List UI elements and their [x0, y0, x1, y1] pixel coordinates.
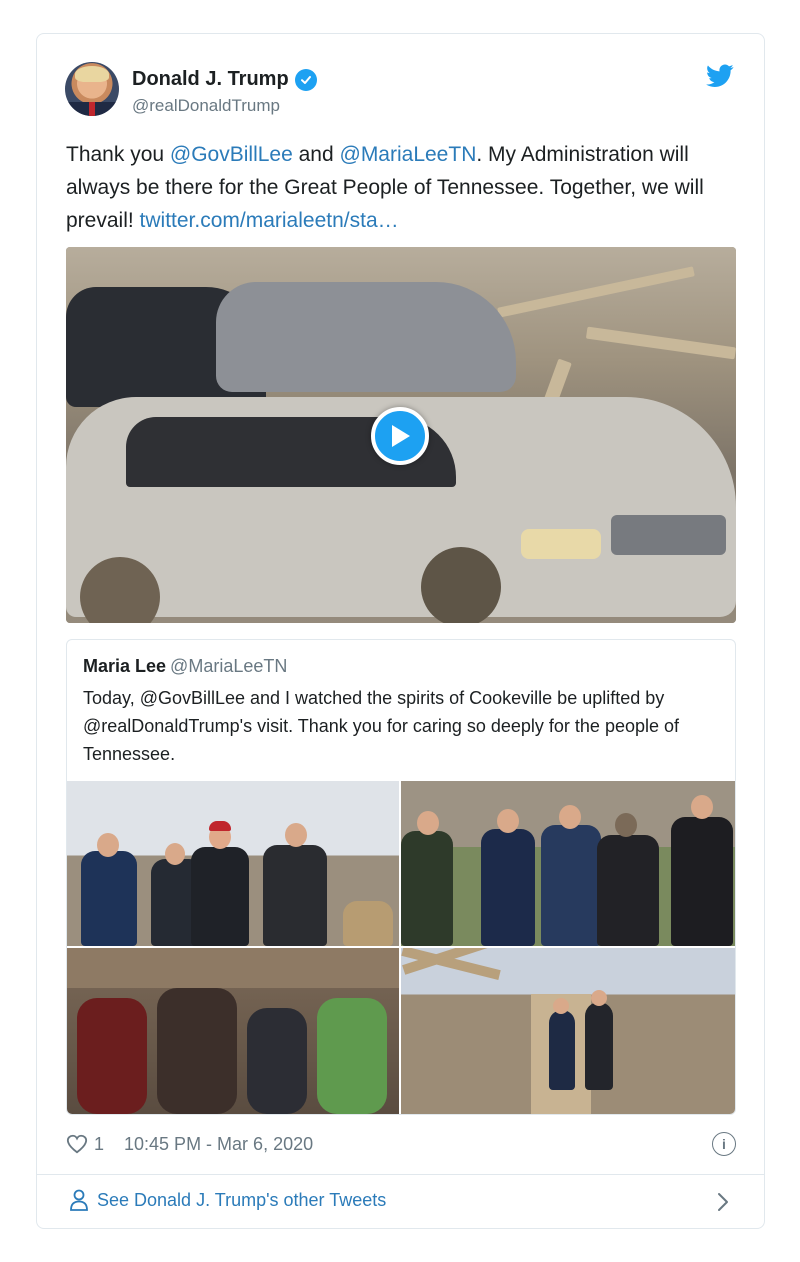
person-icon — [70, 1189, 88, 1211]
quoted-photo-2[interactable] — [401, 781, 735, 946]
divider — [37, 1174, 764, 1175]
quoted-tweet-text: Today, @GovBillLee and I watched the spi… — [83, 688, 680, 764]
see-other-tweets-label[interactable]: See Donald J. Trump's other Tweets — [97, 1190, 386, 1211]
tweet-video[interactable] — [66, 247, 736, 623]
author-name-row[interactable]: Donald J. Trump — [132, 68, 317, 91]
quoted-photo-3[interactable] — [67, 948, 399, 1114]
tweet-timestamp[interactable]: 10:45 PM - Mar 6, 2020 — [124, 1134, 313, 1155]
chevron-right-icon[interactable] — [716, 1191, 730, 1213]
author-handle[interactable]: @realDonaldTrump — [132, 96, 280, 116]
avatar[interactable] — [65, 62, 119, 116]
author-display-name[interactable]: Donald J. Trump — [132, 68, 289, 91]
mention-marialeetn[interactable]: @MariaLeeTN — [340, 143, 477, 166]
mention-govbilllee[interactable]: @GovBillLee — [170, 143, 293, 166]
heart-icon[interactable] — [66, 1133, 88, 1155]
quoted-author-handle[interactable]: @MariaLeeTN — [170, 656, 287, 676]
tweet-text-part: and — [292, 143, 340, 166]
info-icon[interactable]: i — [712, 1132, 736, 1156]
twitter-bird-icon[interactable] — [706, 64, 734, 88]
like-count: 1 — [94, 1133, 105, 1154]
verified-badge-icon — [294, 68, 317, 91]
quoted-author-name[interactable]: Maria Lee — [83, 656, 166, 676]
quoted-photo-grid — [67, 781, 735, 1114]
tweet-footer: 1 10:45 PM - Mar 6, 2020 i — [66, 1130, 736, 1158]
tweet-text-part: Thank you — [66, 143, 170, 166]
tweet-text: Thank you @GovBillLee and @MariaLeeTN. M… — [66, 138, 736, 237]
tweet-link[interactable]: twitter.com/marialeetn/sta… — [140, 209, 399, 232]
embedded-tweet-card: Donald J. Trump @realDonaldTrump Thank y… — [36, 33, 765, 1229]
quoted-tweet-header: Maria Lee @MariaLeeTN — [83, 656, 287, 677]
quoted-photo-4[interactable] — [401, 948, 735, 1114]
quoted-tweet[interactable]: Maria Lee @MariaLeeTN Today, @GovBillLee … — [66, 639, 736, 1115]
see-other-tweets-link[interactable]: See Donald J. Trump's other Tweets — [69, 1189, 386, 1211]
quoted-photo-1[interactable] — [67, 781, 399, 946]
play-icon[interactable] — [371, 407, 429, 465]
